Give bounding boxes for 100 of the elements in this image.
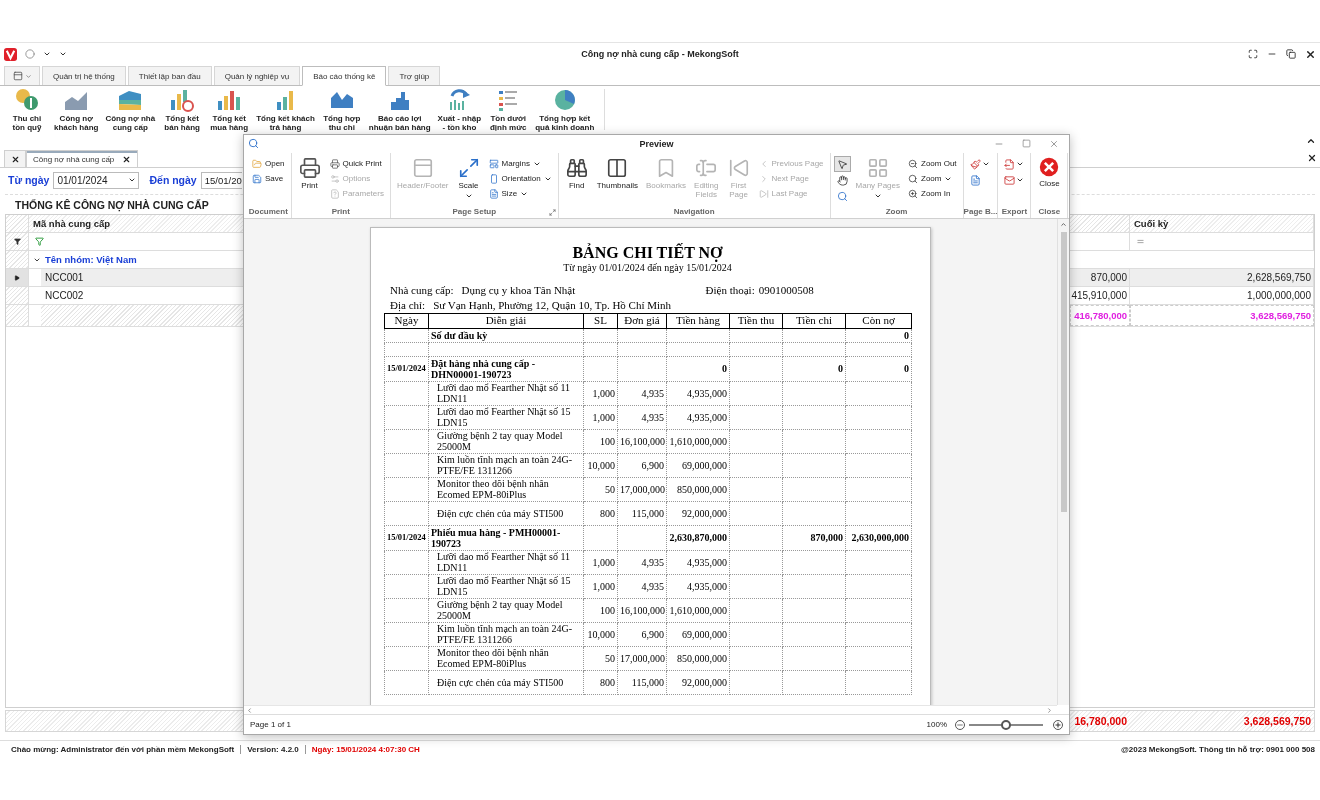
table-cell: 10,000 — [583, 453, 618, 478]
table-cell: Monitor theo dõi bệnh nhân Ecomed EPM-80iPlus — [428, 477, 584, 502]
settings-icon — [329, 173, 340, 184]
table-cell: 850,000,000 — [666, 477, 730, 502]
report-button[interactable]: Công nợ khách hàng — [51, 86, 102, 133]
report-button[interactable]: Tổng kết khách trả hàng — [253, 86, 318, 133]
welcome-text: Chào mừng: Administrator đến với phần mềm MekongSoft — [5, 744, 242, 754]
report-button[interactable]: Báo cáo lợi nhuận bán hàng — [365, 86, 434, 133]
table-cell: Điện cực chén của máy STI500 — [428, 670, 584, 695]
report-button[interactable]: Tổng kết bán hàng — [159, 86, 206, 133]
export-icon — [1004, 158, 1016, 170]
table-cell: 15/01/2024 — [384, 356, 429, 382]
menu-tab[interactable]: Thiết lập ban đầu — [127, 66, 212, 85]
zoom-button[interactable]: Zoom — [905, 171, 960, 186]
table-cell: 4,935,000 — [666, 381, 730, 406]
scroll-right-icon[interactable] — [1046, 706, 1053, 714]
print-button[interactable]: Print — [294, 156, 325, 191]
column-header: Ngày — [384, 313, 429, 329]
maximize-icon[interactable] — [1022, 139, 1031, 148]
magnifier-icon — [836, 190, 848, 202]
scrollbar-thumb[interactable] — [1060, 231, 1067, 512]
table-cell: 16,100,000 — [617, 598, 667, 623]
document-icon — [488, 188, 499, 199]
table-cell: 870,000 — [1070, 269, 1130, 286]
table-cell: 1,610,000,000 — [666, 429, 730, 454]
save-button[interactable]: Save — [249, 171, 288, 186]
bar-chart-icon — [169, 88, 196, 112]
zoom-in-icon[interactable] — [1053, 719, 1063, 730]
supplier-name: Dụng cụ y khoa Tân Nhật — [461, 282, 577, 298]
to-date-field[interactable]: 15/01/20 — [200, 171, 242, 189]
total-cell-text: 3,628,569,750 — [1242, 714, 1312, 729]
report-button[interactable]: Tồn dưới định mức — [485, 86, 532, 133]
window-title: Preview — [639, 139, 674, 149]
document-tab[interactable]: Công nợ nhà cung cấp — [26, 150, 139, 167]
restore-icon[interactable] — [1286, 49, 1296, 59]
report-button[interactable]: Xuất - nhập - tồn kho — [434, 86, 485, 133]
search-icon — [908, 173, 918, 184]
table-cell: 1,000 — [583, 405, 618, 430]
table-cell: Giường bệnh 2 tay quay Model 25000M — [428, 429, 584, 454]
report-button[interactable]: Tổng kết mua hàng — [206, 86, 253, 133]
report-subtitle: Từ ngày 01/01/2024 đến ngày 15/01/2024 — [562, 261, 733, 273]
layout-icon — [488, 158, 499, 169]
menu-tab[interactable]: Quản lý nghiệp vụ — [213, 66, 301, 85]
menu-tab[interactable]: Trợ giúp — [388, 66, 441, 85]
folder-icon — [252, 158, 262, 169]
table-cell: Lưỡi dao mổ Fearther Nhật số 11 LDN11 — [428, 381, 584, 406]
table-cell[interactable]: NCC001 — [41, 269, 244, 286]
page-status: Page 1 of 1 — [250, 720, 291, 730]
table-cell: 92,000,000 — [666, 670, 730, 695]
table-cell: 69,000,000 — [666, 622, 730, 647]
menu-tab[interactable]: Quản trị hệ thống — [42, 66, 126, 85]
close-icon[interactable] — [1307, 153, 1317, 163]
close-icon[interactable] — [1305, 48, 1316, 60]
table-cell: 6,900 — [617, 622, 667, 647]
table-cell: Kim luồn tĩnh mạch an toàn 24G-PTFE/FE 1311266 — [428, 453, 584, 478]
pointer-button[interactable] — [833, 156, 851, 172]
report-button[interactable]: Thu chi tồn quỹ — [4, 86, 50, 133]
equals-icon[interactable] — [1136, 237, 1145, 246]
row-header[interactable] — [6, 269, 29, 286]
table-cell: 850,000,000 — [666, 646, 730, 671]
slider-thumb[interactable] — [1001, 719, 1011, 730]
last-page-icon — [758, 188, 769, 199]
report-button[interactable]: Tổng hợp kết quả kinh doanh — [532, 86, 598, 133]
table-cell: Đặt hàng nhà cung cấp - DHN00001-190723 — [428, 356, 584, 382]
table-cell: Số dư đầu kỳ — [428, 328, 584, 343]
report-button[interactable]: Công nợ nhà cung cấp — [102, 86, 159, 133]
scroll-up-icon[interactable] — [1060, 220, 1067, 228]
page-icon — [488, 173, 499, 184]
quick-print-button[interactable]: Quick Print — [326, 156, 387, 171]
launcher-icon[interactable] — [548, 208, 556, 216]
table-cell: Phiếu mua hàng - PMH00001-190723 — [428, 525, 584, 551]
table-cell: 17,000,000 — [617, 477, 667, 502]
zoom-out-button[interactable]: Zoom Out — [905, 156, 960, 171]
orientation-button[interactable]: Orientation — [485, 171, 555, 186]
find-button[interactable]: Find — [561, 156, 592, 191]
report-button[interactable]: Tổng hợp thu chi — [318, 86, 365, 133]
table-cell: 800 — [583, 670, 618, 695]
fullscreen-icon[interactable] — [1248, 49, 1258, 59]
brush-icon — [969, 158, 981, 170]
table-cell: 115,000 — [617, 501, 667, 526]
printer-icon — [329, 158, 340, 169]
circle-icon[interactable] — [25, 49, 35, 59]
table-cell: 1,000 — [583, 550, 618, 575]
table-cell: 100 — [583, 429, 618, 454]
table-cell: 1,000 — [583, 574, 618, 599]
close-all-button[interactable] — [4, 150, 26, 167]
thumbnails-button[interactable]: Thumbnails — [593, 156, 642, 191]
from-date-field[interactable]: 01/01/2024 — [53, 171, 140, 189]
close-button[interactable]: Close — [1034, 156, 1065, 189]
text-field-icon — [695, 157, 718, 179]
open-button[interactable]: Open — [249, 156, 288, 171]
view-menu-button[interactable] — [4, 66, 40, 85]
total-cell-text: 16,780,000 — [1073, 714, 1128, 729]
table-cell: 92,000,000 — [666, 501, 730, 526]
close-icon[interactable] — [122, 154, 132, 164]
filter-icon[interactable] — [35, 237, 44, 246]
table-cell: 4,935,000 — [666, 405, 730, 430]
menu-tab[interactable]: Báo cáo thống kê — [302, 66, 387, 86]
scroll-left-icon[interactable] — [246, 706, 253, 714]
margins-button[interactable]: Margins — [485, 156, 555, 171]
